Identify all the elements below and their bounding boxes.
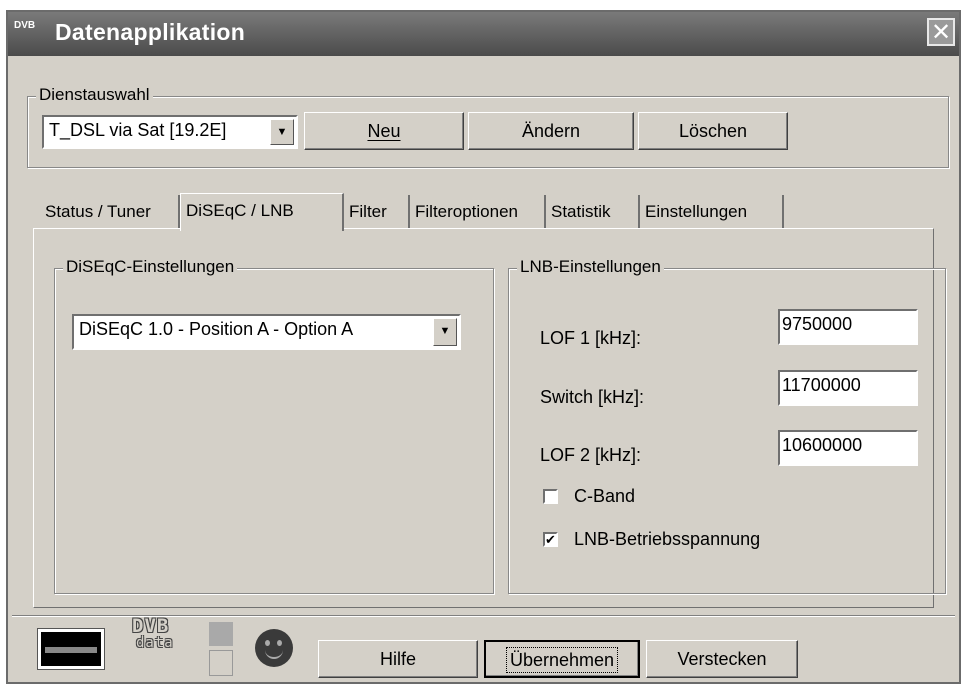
tab-filter[interactable]: Filter — [344, 195, 410, 229]
chevron-down-icon[interactable]: ▼ — [433, 318, 457, 346]
status-led-bottom — [209, 650, 233, 676]
status-led-top — [209, 622, 233, 646]
voltage-checkbox[interactable]: ✔ — [543, 532, 558, 547]
service-select[interactable]: T_DSL via Sat [19.2E] ▼ — [42, 115, 298, 149]
app-icon-text: DVB — [14, 20, 36, 31]
lof2-label: LOF 2 [kHz]: — [540, 445, 642, 465]
tab-filteroptionen[interactable]: Filteroptionen — [410, 195, 546, 229]
close-button[interactable]: ✕ — [927, 18, 955, 46]
cband-label: C-Band — [574, 486, 636, 506]
dialog-window: DVB Datenapplikation ✕ Dienstauswahl T_D… — [6, 10, 961, 684]
tab-label: Filter — [349, 202, 387, 221]
switch-label: Switch [kHz]: — [540, 387, 645, 407]
voltage-label: LNB-Betriebsspannung — [574, 529, 761, 549]
diseqc-select-value: DiSEqC 1.0 - Position A - Option A — [79, 319, 354, 339]
lnb-group-label: LNB-Einstellungen — [517, 257, 664, 277]
apply-button[interactable]: Übernehmen — [484, 640, 640, 678]
window-title: Datenapplikation — [55, 19, 246, 45]
cband-checkbox[interactable] — [543, 489, 558, 504]
help-button[interactable]: Hilfe — [318, 640, 478, 678]
new-button[interactable]: Neu — [304, 112, 464, 150]
tab-status-tuner[interactable]: Status / Tuner — [40, 195, 180, 229]
delete-button-label: Löschen — [678, 121, 748, 141]
lof1-field[interactable]: 9750000 — [778, 309, 918, 345]
chevron-down-icon[interactable]: ▼ — [270, 119, 294, 145]
diseqc-select[interactable]: DiSEqC 1.0 - Position A - Option A ▼ — [72, 314, 461, 350]
check-icon: ✔ — [545, 532, 556, 547]
delete-button[interactable]: Löschen — [638, 112, 788, 150]
app-icon: DVB — [14, 21, 35, 31]
hide-button[interactable]: Verstecken — [646, 640, 798, 678]
close-icon: ✕ — [930, 19, 952, 46]
tab-label: DiSEqC / LNB — [186, 201, 294, 220]
tab-statistik[interactable]: Statistik — [546, 195, 640, 229]
lof1-label: LOF 1 [kHz]: — [540, 328, 642, 348]
diseqc-group-label: DiSEqC-Einstellungen — [63, 257, 238, 277]
tab-label: Statistik — [551, 202, 611, 221]
new-button-label: Neu — [367, 121, 401, 141]
tab-einstellungen[interactable]: Einstellungen — [640, 195, 784, 229]
service-select-value: T_DSL via Sat [19.2E] — [49, 120, 227, 140]
edit-button-label: Ändern — [521, 121, 581, 141]
tab-diseqc-lnb[interactable]: DiSEqC / LNB — [180, 193, 344, 231]
title-bar[interactable]: DVB Datenapplikation ✕ — [8, 12, 959, 56]
tab-label: Einstellungen — [645, 202, 748, 221]
service-group-label: Dienstauswahl — [36, 85, 153, 105]
tab-label: Filteroptionen — [415, 202, 519, 221]
help-button-label: Hilfe — [379, 649, 416, 669]
signal-indicator — [37, 628, 105, 670]
apply-button-label: Übernehmen — [505, 647, 619, 673]
edit-button[interactable]: Ändern — [468, 112, 634, 150]
hide-button-label: Verstecken — [677, 649, 767, 669]
dvb-data-logo: DVB data — [132, 615, 174, 652]
tab-label: Status / Tuner — [45, 202, 151, 221]
lof2-field[interactable]: 10600000 — [778, 430, 918, 466]
switch-field[interactable]: 11700000 — [778, 370, 918, 406]
logo-top-text: DVB — [132, 615, 170, 637]
smiley-icon — [255, 629, 293, 667]
logo-bottom-text: data — [136, 635, 174, 651]
